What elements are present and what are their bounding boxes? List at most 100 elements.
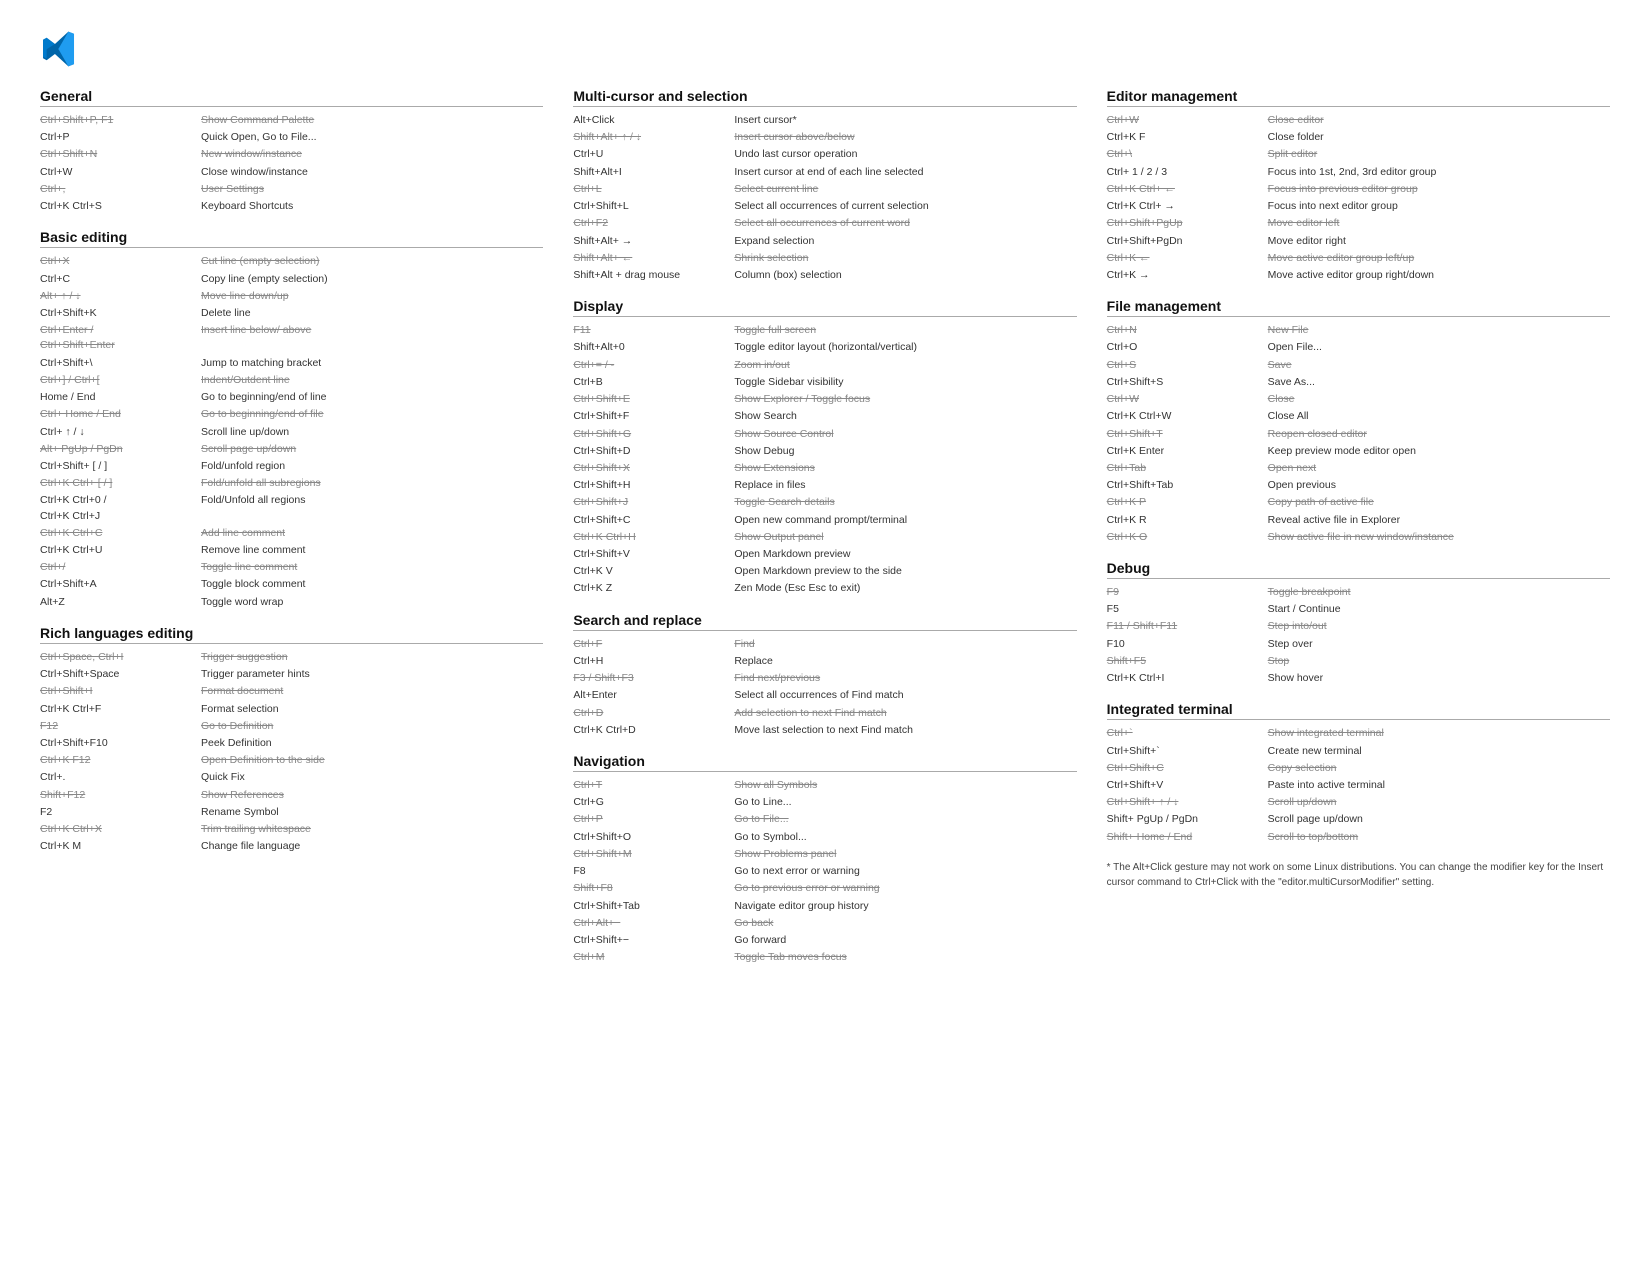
shortcut-key: Ctrl+` [1107, 726, 1262, 741]
shortcut-key: Ctrl+Shift+J [573, 495, 728, 510]
table-row: Shift+F12Show References [40, 787, 543, 804]
shortcut-desc: Show Search [734, 409, 1076, 424]
table-row: Ctrl+Shift+HReplace in files [573, 477, 1076, 494]
shortcut-key: F9 [1107, 585, 1262, 600]
shortcut-desc: Go to beginning/end of file [201, 407, 543, 422]
shortcut-desc: Trigger suggestion [201, 650, 543, 665]
table-row: Alt+ PgUp / PgDnScroll page up/down [40, 441, 543, 458]
table-row: Ctrl+Space, Ctrl+ITrigger suggestion [40, 649, 543, 666]
table-row: Ctrl+K Ctrl+URemove line comment [40, 542, 543, 559]
shortcut-desc: Step over [1268, 637, 1610, 652]
shortcut-key: Ctrl+Shift+\ [40, 356, 195, 371]
shortcut-desc: Copy line (empty selection) [201, 272, 543, 287]
shortcut-desc: Toggle block comment [201, 577, 543, 592]
table-row: Ctrl+K RReveal active file in Explorer [1107, 512, 1610, 529]
shortcut-key: F10 [1107, 637, 1262, 652]
table-row: Ctrl+K Ctrl+0 / Ctrl+K Ctrl+JFold/Unfold… [40, 492, 543, 524]
general-shortcuts: Ctrl+Shift+P, F1Show Command PaletteCtrl… [40, 112, 543, 215]
table-row: Ctrl+Shift+GShow Source Control [573, 426, 1076, 443]
section-general: General Ctrl+Shift+P, F1Show Command Pal… [40, 88, 543, 215]
shortcut-desc: Reopen closed editor [1268, 427, 1610, 442]
shortcut-desc: Toggle Tab moves focus [734, 950, 1076, 965]
table-row: Alt+EnterSelect all occurrences of Find … [573, 687, 1076, 704]
shortcut-key: Ctrl+ 1 / 2 / 3 [1107, 165, 1262, 180]
shortcut-key: Shift+Alt+0 [573, 340, 728, 355]
table-row: F3 / Shift+F3Find next/previous [573, 670, 1076, 687]
table-row: F12Go to Definition [40, 718, 543, 735]
shortcut-desc: Paste into active terminal [1268, 778, 1610, 793]
shortcut-key: Ctrl+Shift+G [573, 427, 728, 442]
shortcut-desc: Step into/out [1268, 619, 1610, 634]
shortcut-key: Ctrl+Shift+F [573, 409, 728, 424]
shortcut-desc: Insert cursor at end of each line select… [734, 165, 1076, 180]
shortcut-key: Alt+ PgUp / PgDn [40, 442, 195, 457]
shortcut-key: Shift+F5 [1107, 654, 1262, 669]
shortcut-key: Ctrl+H [573, 654, 728, 669]
shortcut-desc: Insert cursor* [734, 113, 1076, 128]
shortcut-desc: Navigate editor group history [734, 899, 1076, 914]
shortcut-desc: Close window/instance [201, 165, 543, 180]
shortcut-desc: New window/instance [201, 147, 543, 162]
shortcut-key: Ctrl+K Enter [1107, 444, 1262, 459]
table-row: F10 Step over [1107, 636, 1610, 653]
table-row: F2Rename Symbol [40, 804, 543, 821]
shortcut-desc: Move editor right [1268, 234, 1610, 249]
section-integrated-terminal: Integrated terminal Ctrl+`Show integrate… [1107, 701, 1610, 846]
table-row: Ctrl+Shift+KDelete line [40, 305, 543, 322]
shortcut-desc: Toggle line comment [201, 560, 543, 575]
shortcut-desc: Rename Symbol [201, 805, 543, 820]
shortcut-desc: Add selection to next Find match [734, 706, 1076, 721]
shortcut-desc: Replace [734, 654, 1076, 669]
table-row: Ctrl+.Quick Fix [40, 769, 543, 786]
shortcut-key: Ctrl+K P [1107, 495, 1262, 510]
table-row: Ctrl+Shift+F10Peek Definition [40, 735, 543, 752]
shortcut-key: Ctrl+W [40, 165, 195, 180]
shortcut-desc: Insert cursor above/below [734, 130, 1076, 145]
table-row: Ctrl+NNew File [1107, 322, 1610, 339]
shortcut-desc: Show Explorer / Toggle focus [734, 392, 1076, 407]
debug-shortcuts: F9Toggle breakpointF5Start / ContinueF11… [1107, 584, 1610, 687]
table-row: Ctrl+K Ctrl+HShow Output panel [573, 529, 1076, 546]
shortcut-key: Ctrl+P [40, 130, 195, 145]
footnote: * The Alt+Click gesture may not work on … [1107, 860, 1610, 890]
shortcut-desc: Scroll page up/down [1268, 812, 1610, 827]
navigation-shortcuts: Ctrl+TShow all SymbolsCtrl+GGo to Line..… [573, 777, 1076, 966]
column-3: Editor management Ctrl+WClose editorCtrl… [1107, 88, 1610, 980]
table-row: Ctrl+LSelect current line [573, 181, 1076, 198]
table-row: Ctrl+K Ctrl+WClose All [1107, 408, 1610, 425]
page-header [40, 30, 1610, 70]
shortcut-desc: Show Command Palette [201, 113, 543, 128]
content-layout: General Ctrl+Shift+P, F1Show Command Pal… [40, 88, 1610, 980]
shortcut-key: Ctrl+K Ctrl+H [573, 530, 728, 545]
table-row: Shift+Alt+IInsert cursor at end of each … [573, 164, 1076, 181]
shortcut-key: Ctrl+G [573, 795, 728, 810]
shortcut-desc: Delete line [201, 306, 543, 321]
table-row: Shift+F8Go to previous error or warning [573, 880, 1076, 897]
shortcut-key: Ctrl+K Ctrl+S [40, 199, 195, 214]
table-row: Ctrl+Shift+MShow Problems panel [573, 846, 1076, 863]
table-row: Ctrl+Shift+CCopy selection [1107, 760, 1610, 777]
shortcut-desc: Keep preview mode editor open [1268, 444, 1610, 459]
table-row: Ctrl+\Split editor [1107, 146, 1610, 163]
table-row: Ctrl+K Ctrl+SKeyboard Shortcuts [40, 198, 543, 215]
shortcut-desc: Scroll to top/bottom [1268, 830, 1610, 845]
shortcut-key: Shift+Alt+ → [573, 234, 728, 249]
table-row: Ctrl+K ZZen Mode (Esc Esc to exit) [573, 580, 1076, 597]
shortcut-key: Ctrl+ Home / End [40, 407, 195, 422]
shortcut-key: Shift+ Home / End [1107, 830, 1262, 845]
shortcut-key: Ctrl+Alt+− [573, 916, 728, 931]
table-row: Ctrl+Shift+LSelect all occurrences of cu… [573, 198, 1076, 215]
column-2: Multi-cursor and selection Alt+ClickInse… [573, 88, 1076, 980]
shortcut-key: Alt+Enter [573, 688, 728, 703]
shortcut-key: Ctrl+K Ctrl+ ← [1107, 182, 1262, 197]
shortcut-key: Ctrl+K Ctrl+U [40, 543, 195, 558]
shortcut-key: Alt+ ↑ / ↓ [40, 289, 195, 304]
shortcut-key: Ctrl+. [40, 770, 195, 785]
file-management-shortcuts: Ctrl+NNew FileCtrl+OOpen File...Ctrl+SSa… [1107, 322, 1610, 546]
table-row: Ctrl+GGo to Line... [573, 794, 1076, 811]
shortcut-key: Ctrl+P [573, 812, 728, 827]
shortcut-desc: Copy path of active file [1268, 495, 1610, 510]
shortcut-desc: Peek Definition [201, 736, 543, 751]
shortcut-desc: Split editor [1268, 147, 1610, 162]
shortcut-key: Ctrl+Shift+V [573, 547, 728, 562]
